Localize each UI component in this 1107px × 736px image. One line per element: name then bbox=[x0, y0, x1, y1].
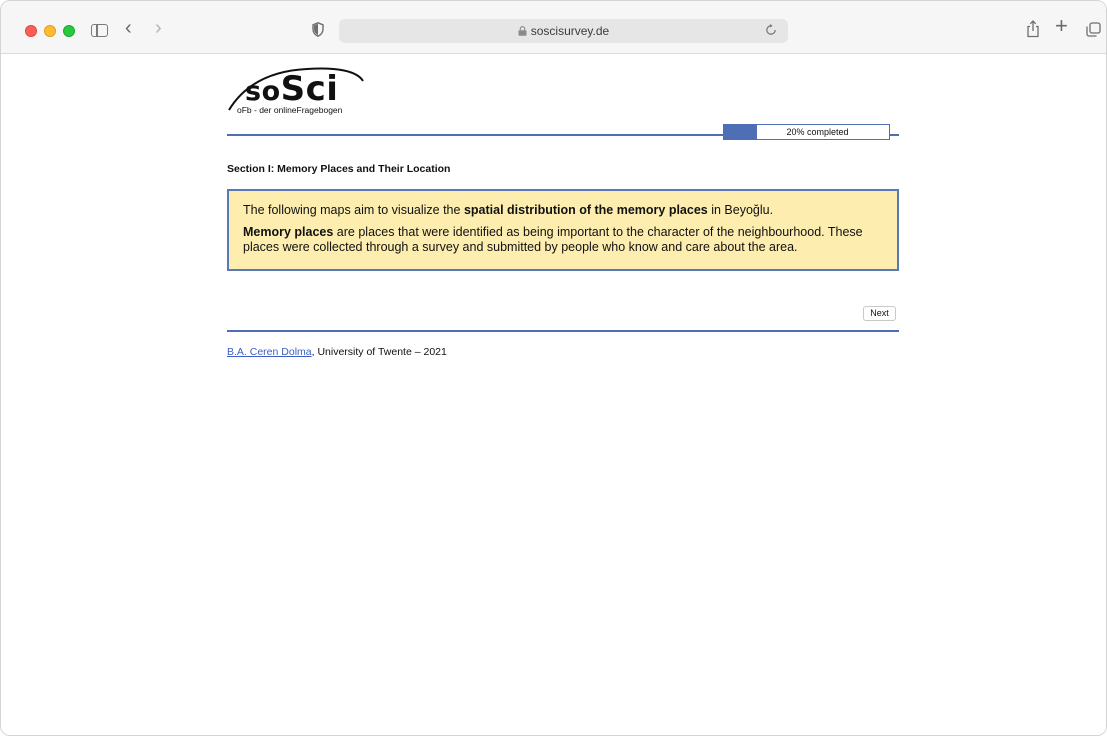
progress-rule-right bbox=[890, 134, 899, 136]
address-bar[interactable]: soscisurvey.de bbox=[339, 19, 788, 43]
info-paragraph-1: The following maps aim to visualize the … bbox=[243, 203, 774, 217]
progress-rule-left bbox=[227, 134, 723, 136]
footer-affiliation: , University of Twente – 2021 bbox=[311, 346, 447, 358]
survey-page: soSci oFb - der onlineFragebogen 20% com… bbox=[1, 55, 1106, 735]
sosci-logo: soSci oFb - der onlineFragebogen bbox=[227, 63, 377, 119]
chevron-right-icon[interactable]: › bbox=[155, 18, 162, 38]
zoom-window-button[interactable] bbox=[63, 25, 75, 37]
browser-window: ‹ › soscisurvey.de + soSci oFb - der onl… bbox=[0, 0, 1107, 736]
reload-icon[interactable] bbox=[764, 23, 778, 37]
tab-overview-icon[interactable] bbox=[1086, 22, 1101, 37]
logo-subtitle: oFb - der onlineFragebogen bbox=[237, 105, 343, 115]
lock-icon bbox=[518, 26, 527, 36]
author-link[interactable]: B.A. Ceren Dolma bbox=[227, 346, 312, 358]
share-icon[interactable] bbox=[1026, 20, 1040, 38]
minimize-window-button[interactable] bbox=[44, 25, 56, 37]
progress-bar: 20% completed bbox=[723, 124, 890, 140]
logo-wordmark: soSci bbox=[245, 69, 339, 109]
footer: B.A. Ceren Dolma, University of Twente –… bbox=[227, 346, 447, 358]
chevron-left-icon[interactable]: ‹ bbox=[125, 18, 132, 38]
browser-toolbar: ‹ › soscisurvey.de + bbox=[1, 1, 1106, 54]
footer-divider bbox=[227, 330, 899, 332]
section-title: Section I: Memory Places and Their Locat… bbox=[227, 163, 451, 175]
shield-icon[interactable] bbox=[312, 22, 324, 37]
progress-label: 20% completed bbox=[786, 127, 849, 137]
url-display[interactable]: soscisurvey.de bbox=[339, 19, 788, 43]
url-text: soscisurvey.de bbox=[530, 24, 610, 38]
new-tab-icon[interactable]: + bbox=[1055, 15, 1068, 37]
info-paragraph-2: Memory places are places that were ident… bbox=[243, 225, 863, 254]
sidebar-toggle-icon[interactable] bbox=[91, 24, 108, 37]
close-window-button[interactable] bbox=[25, 25, 37, 37]
next-button[interactable]: Next bbox=[863, 306, 896, 321]
info-box: The following maps aim to visualize the … bbox=[227, 189, 899, 271]
